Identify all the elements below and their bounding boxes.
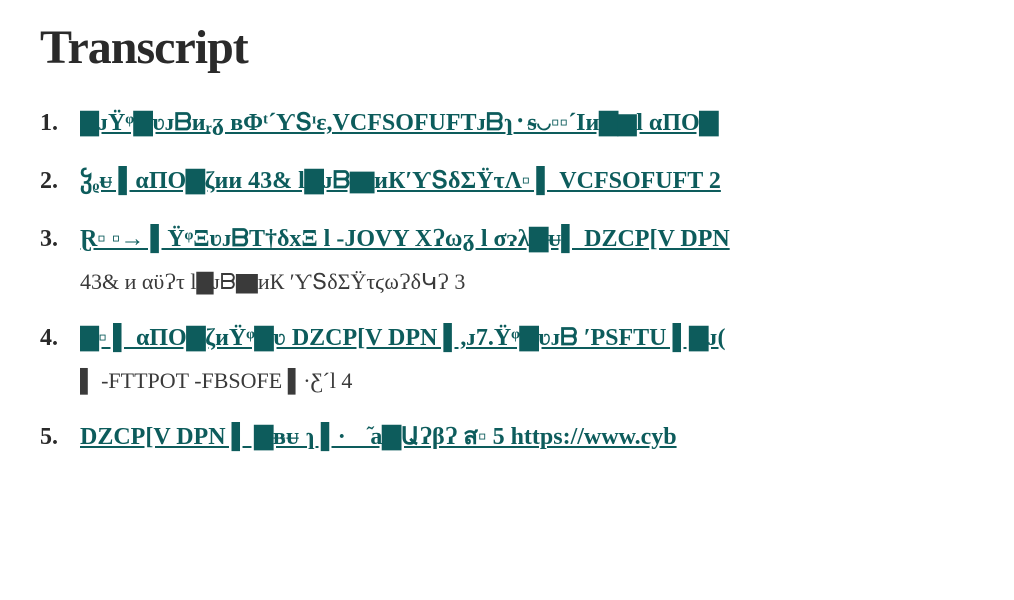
- transcript-link-3[interactable]: Ɽ▫ ▫→ ▌ŸᵠΞʋᴊᗷT†δxΞ l -JOVY XɁωᵹ l σɂλ▇ᵾ▌…: [80, 221, 974, 257]
- list-item: DZCP[V DPN ▌ ▇ᴃᵾ ɿ ▌· ֍᷉а▇ԱɁβɁ ส▫ 5 http…: [80, 419, 974, 455]
- list-item: ▇▫ ▌ αΠО▇ζиŸᵠ▇ʋ DZCP[V DPN ▌,ᴊ7.Ÿᵠ▇ʋᴊᗷ ′…: [80, 320, 974, 397]
- transcript-sub-4: ▌ -FTTPOT -FBSOFE ▌·Ƹ´l 4: [80, 364, 974, 397]
- transcript-link-1[interactable]: ▇ᴊŸᵠ▇ʋᴊᗷиᵣᵹ вΦᵗ´ƳՏᶦε,VCFSOFUFTᴊᗷɿ᛫ᵴ◡▫▫´I…: [80, 105, 974, 141]
- page-title: Transcript: [40, 20, 974, 75]
- transcript-link-2[interactable]: ჴᵨᵾ ▌αΠО▇ζии 43& l▇ᴊᗷ▇иК′ƳՏδΣŸτΛ▫ ▌ VCFS…: [80, 163, 974, 199]
- transcript-link-5[interactable]: DZCP[V DPN ▌ ▇ᴃᵾ ɿ ▌· ֍᷉а▇ԱɁβɁ ส▫ 5 http…: [80, 419, 974, 455]
- transcript-sub-3: 43& и αϋɁτ l▇ᴊᗷ▇иК ′ƳՏδΣŸτϛωɁδԿɁ 3: [80, 265, 974, 298]
- transcript-list: ▇ᴊŸᵠ▇ʋᴊᗷиᵣᵹ вΦᵗ´ƳՏᶦε,VCFSOFUFTᴊᗷɿ᛫ᵴ◡▫▫´I…: [40, 105, 974, 455]
- transcript-link-4[interactable]: ▇▫ ▌ αΠО▇ζиŸᵠ▇ʋ DZCP[V DPN ▌,ᴊ7.Ÿᵠ▇ʋᴊᗷ ′…: [80, 320, 974, 356]
- list-item: ჴᵨᵾ ▌αΠО▇ζии 43& l▇ᴊᗷ▇иК′ƳՏδΣŸτΛ▫ ▌ VCFS…: [80, 163, 974, 199]
- list-item: ▇ᴊŸᵠ▇ʋᴊᗷиᵣᵹ вΦᵗ´ƳՏᶦε,VCFSOFUFTᴊᗷɿ᛫ᵴ◡▫▫´I…: [80, 105, 974, 141]
- list-item: Ɽ▫ ▫→ ▌ŸᵠΞʋᴊᗷT†δxΞ l -JOVY XɁωᵹ l σɂλ▇ᵾ▌…: [80, 221, 974, 298]
